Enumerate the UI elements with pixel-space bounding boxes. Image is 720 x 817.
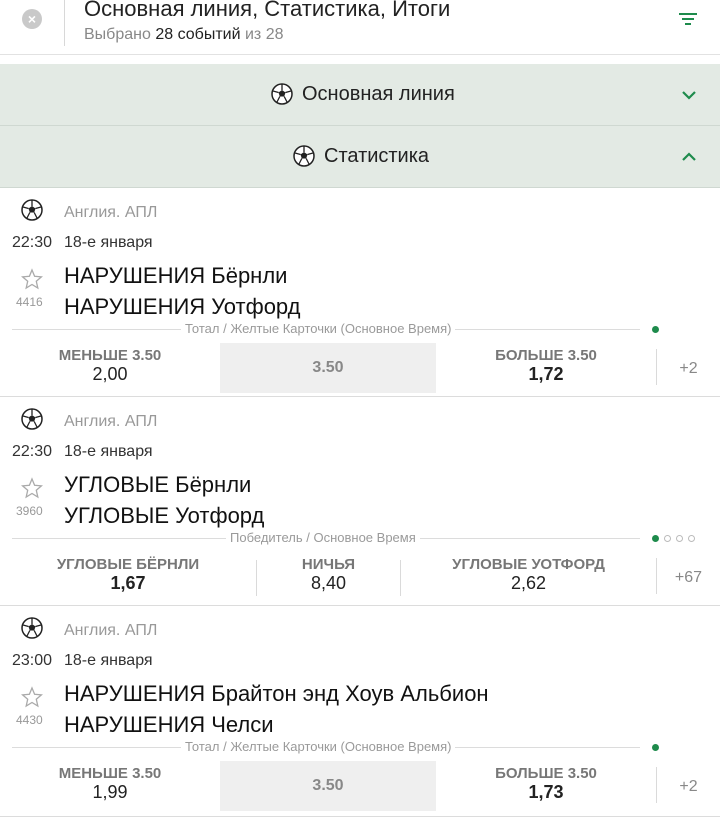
soccer-ball-icon (21, 617, 43, 639)
chevron-down-icon[interactable] (680, 86, 698, 104)
odds-value: 8,40 (310, 573, 347, 593)
event-date: 18-е января (64, 652, 153, 669)
odds-value: 1,99 (92, 782, 128, 802)
selected-suffix: из 28 (244, 26, 284, 43)
market-name: Тотал / Желтые Карточки (Основное Время) (181, 321, 456, 336)
event-card[interactable]: Англия. АПЛ 22:30 18-е января 4416 НАРУШ… (0, 188, 720, 397)
top-header: × Основная линия, Статистика, Итоги Выбр… (0, 0, 720, 55)
team-away: НАРУШЕНИЯ Уотфорд (64, 294, 301, 319)
close-icon[interactable]: × (22, 9, 42, 29)
team-away: НАРУШЕНИЯ Челси (64, 712, 274, 737)
section-label: Статистика (324, 145, 430, 167)
section-statistics[interactable]: Статистика (0, 126, 720, 188)
market-pager[interactable] (652, 533, 695, 543)
odds-label: МЕНЬШЕ 3.50 (58, 347, 162, 364)
odds-row: УГЛОВЫЕ БЁРНЛИ 1,67 НИЧЬЯ 8,40 УГЛОВЫЕ У… (0, 552, 720, 602)
odds-label: УГЛОВЫЕ БЁРНЛИ (56, 556, 200, 573)
market-pager[interactable] (652, 324, 659, 334)
odds-value: 1,67 (110, 573, 146, 593)
soccer-ball-icon (293, 145, 315, 167)
league-name: Англия. АПЛ (64, 413, 158, 430)
odds-label: БОЛЬШЕ 3.50 (495, 347, 597, 364)
star-icon[interactable] (21, 686, 43, 708)
filter-icon[interactable] (678, 10, 698, 28)
event-card[interactable]: Англия. АПЛ 22:30 18-е января 3960 УГЛОВ… (0, 397, 720, 606)
event-time: 23:00 (12, 652, 53, 669)
more-markets-button[interactable]: +2 (656, 349, 720, 385)
event-date: 18-е января (64, 234, 153, 251)
odds-row: МЕНЬШЕ 3.50 1,99 3.50 БОЛЬШЕ 3.50 1,73 +… (0, 761, 720, 811)
header-divider (64, 0, 65, 46)
team-away: УГЛОВЫЕ Уотфорд (64, 503, 265, 528)
page-title: Основная линия, Статистика, Итоги (84, 0, 451, 21)
odds-value: 3.50 (312, 359, 344, 376)
odds-over-button[interactable]: БОЛЬШЕ 3.50 1,72 (436, 343, 656, 393)
pager-dot[interactable] (652, 743, 659, 751)
selected-count: 28 событий (155, 26, 241, 43)
chevron-up-icon[interactable] (680, 148, 698, 166)
pager-dot[interactable] (664, 534, 671, 542)
odds-handicap-cell: 3.50 (220, 343, 436, 393)
selection-summary: Выбрано 28 событий из 28 (84, 26, 283, 44)
section-main-line[interactable]: Основная линия (0, 64, 720, 126)
event-id: 4416 (16, 295, 43, 309)
event-date: 18-е января (64, 443, 153, 460)
odds-label: УГЛОВЫЕ УОТФОРД (452, 556, 605, 573)
odds-under-button[interactable]: МЕНЬШЕ 3.50 1,99 (0, 761, 220, 811)
odds-label: БОЛЬШЕ 3.50 (495, 765, 597, 782)
star-icon[interactable] (21, 477, 43, 499)
event-id: 4430 (16, 713, 43, 727)
odds-row: МЕНЬШЕ 3.50 2,00 3.50 БОЛЬШЕ 3.50 1,72 +… (0, 343, 720, 393)
more-markets-button[interactable]: +67 (656, 558, 720, 594)
market-name: Победитель / Основное Время (226, 530, 420, 545)
team-home: НАРУШЕНИЯ Брайтон энд Хоув Альбион (64, 681, 489, 706)
soccer-ball-icon (271, 83, 293, 105)
odds-handicap-cell: 3.50 (220, 761, 436, 811)
soccer-ball-icon (21, 408, 43, 430)
section-label: Основная линия (302, 83, 455, 105)
league-name: Англия. АПЛ (64, 622, 158, 639)
market-pager[interactable] (652, 742, 659, 752)
pager-dot[interactable] (652, 534, 659, 542)
odds-over-button[interactable]: БОЛЬШЕ 3.50 1,73 (436, 761, 656, 811)
event-time: 22:30 (12, 443, 53, 460)
odds-value: 2,00 (92, 364, 128, 384)
pager-dot[interactable] (652, 325, 659, 333)
star-icon[interactable] (21, 268, 43, 290)
market-name: Тотал / Желтые Карточки (Основное Время) (181, 739, 456, 754)
odds-label: НИЧЬЯ (301, 556, 356, 573)
odds-home-button[interactable]: УГЛОВЫЕ БЁРНЛИ 1,67 (0, 552, 256, 602)
selected-prefix: Выбрано (84, 26, 151, 43)
odds-value: 1,73 (528, 782, 564, 802)
team-home: НАРУШЕНИЯ Бёрнли (64, 263, 288, 288)
odds-draw-button[interactable]: НИЧЬЯ 8,40 (257, 552, 400, 602)
odds-under-button[interactable]: МЕНЬШЕ 3.50 2,00 (0, 343, 220, 393)
more-markets-button[interactable]: +2 (656, 767, 720, 803)
odds-value: 3.50 (312, 777, 344, 794)
pager-dot[interactable] (676, 534, 683, 542)
event-card[interactable]: Англия. АПЛ 23:00 18-е января 4430 НАРУШ… (0, 606, 720, 817)
odds-value: 1,72 (528, 364, 564, 384)
odds-value: 2,62 (510, 573, 547, 593)
odds-away-button[interactable]: УГЛОВЫЕ УОТФОРД 2,62 (401, 552, 656, 602)
event-id: 3960 (16, 504, 43, 518)
team-home: УГЛОВЫЕ Бёрнли (64, 472, 252, 497)
odds-label: МЕНЬШЕ 3.50 (58, 765, 162, 782)
event-time: 22:30 (12, 234, 53, 251)
soccer-ball-icon (21, 199, 43, 221)
pager-dot[interactable] (688, 534, 695, 542)
league-name: Англия. АПЛ (64, 204, 158, 221)
